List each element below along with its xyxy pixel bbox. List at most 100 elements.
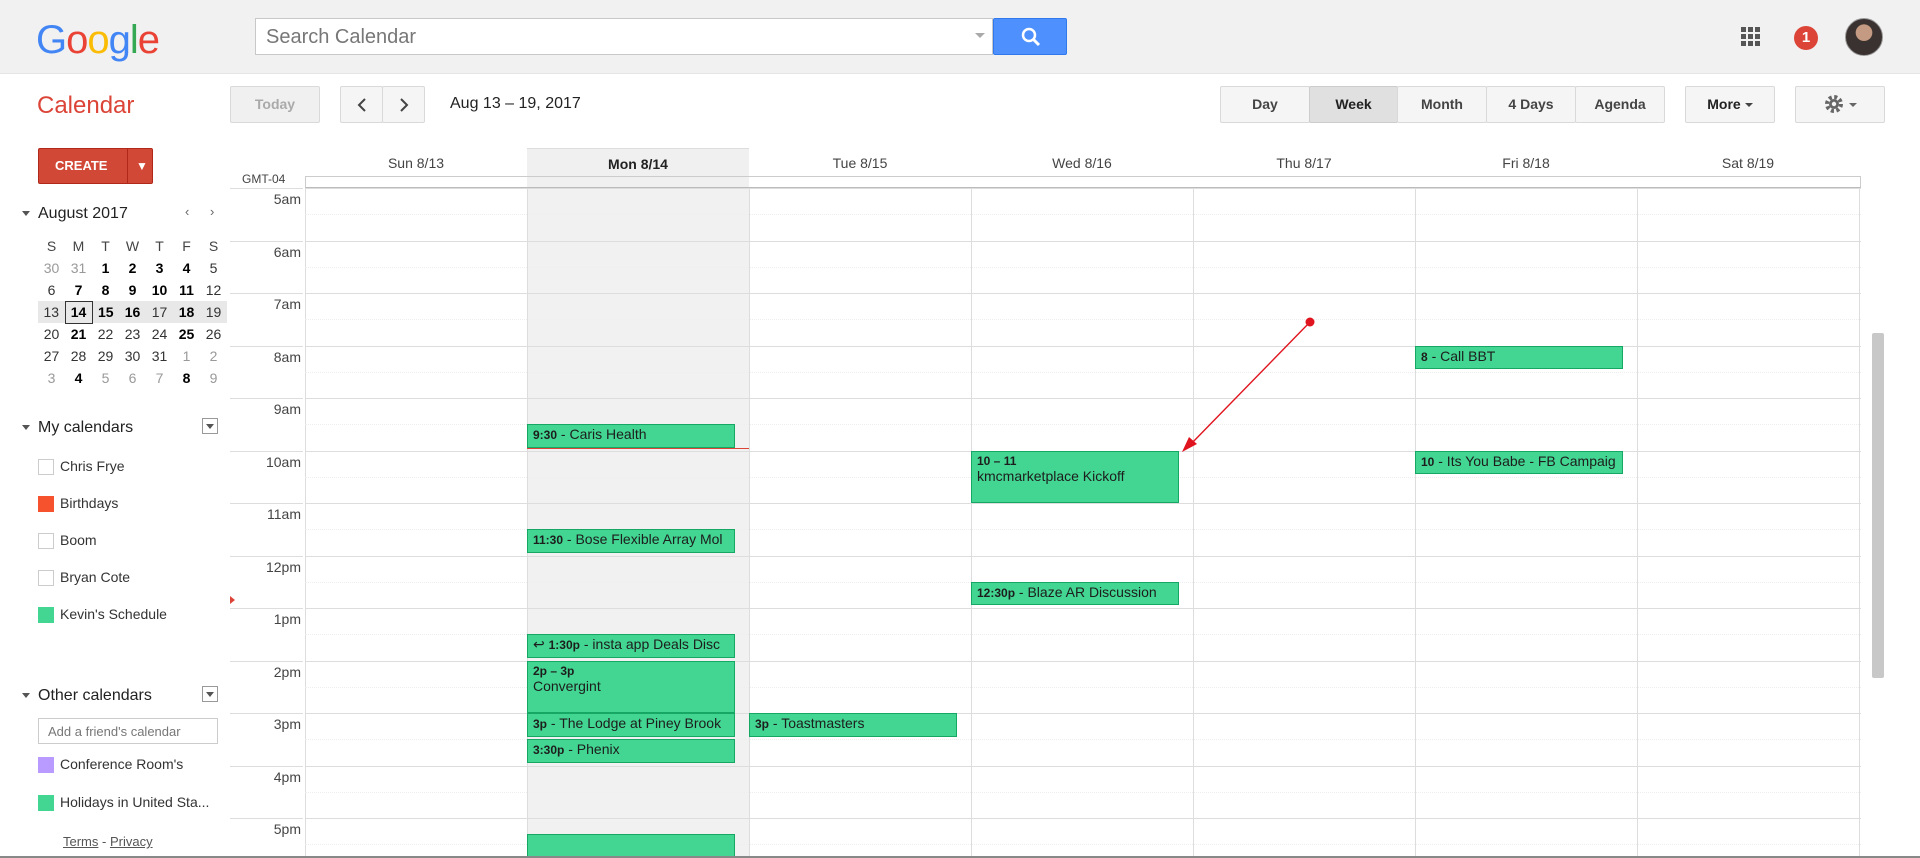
day-column[interactable]	[1415, 188, 1637, 858]
mini-calendar-day[interactable]: 14	[64, 300, 93, 324]
view-agenda-button[interactable]: Agenda	[1575, 86, 1665, 123]
mini-calendar-day[interactable]: 9	[200, 367, 227, 389]
terms-link[interactable]: Terms	[63, 834, 98, 849]
create-button[interactable]: CREATE ▼	[38, 148, 153, 184]
mini-calendar-day[interactable]: 20	[38, 323, 65, 345]
mini-calendar-day[interactable]: 28	[65, 345, 92, 367]
calendar-color-swatch[interactable]	[38, 570, 54, 587]
mini-calendar-day[interactable]: 8	[92, 279, 119, 301]
day-column[interactable]	[1637, 188, 1859, 858]
mini-calendar-day[interactable]: 25	[173, 323, 200, 345]
more-button[interactable]: More	[1685, 86, 1775, 123]
calendar-event[interactable]	[527, 833, 735, 858]
calendar-event[interactable]: 3:30p - Phenix	[527, 739, 735, 763]
calendar-color-swatch[interactable]	[38, 496, 54, 513]
mini-calendar-day[interactable]: 11	[173, 279, 200, 301]
mini-calendar-day[interactable]: 13	[38, 301, 65, 323]
calendar-event[interactable]: 3p - The Lodge at Piney Brook	[527, 713, 735, 737]
grid-scrollbar[interactable]	[1872, 333, 1884, 678]
mini-calendar-day[interactable]: 21	[65, 323, 92, 345]
calendar-item[interactable]: Conference Room's	[38, 755, 183, 775]
calendar-color-swatch[interactable]	[38, 607, 54, 624]
calendar-color-swatch[interactable]	[38, 459, 54, 476]
next-week-button[interactable]	[382, 86, 425, 123]
mini-calendar-day[interactable]: 2	[119, 257, 146, 279]
mini-calendar-day[interactable]: 26	[200, 323, 227, 345]
mini-calendar-day[interactable]: 3	[146, 257, 173, 279]
mini-calendar-day[interactable]: 7	[65, 279, 92, 301]
privacy-link[interactable]: Privacy	[110, 834, 153, 849]
calendar-item[interactable]: Bryan Cote	[38, 568, 130, 588]
collapse-icon[interactable]	[22, 693, 30, 699]
my-calendars-dropdown-icon[interactable]	[202, 418, 218, 434]
mini-calendar-next-icon[interactable]: ›	[210, 204, 214, 219]
apps-grid-icon[interactable]	[1741, 27, 1761, 47]
calendar-color-swatch[interactable]	[38, 795, 54, 812]
mini-calendar-day[interactable]: 4	[173, 257, 200, 279]
mini-calendar-day[interactable]: 1	[92, 257, 119, 279]
view-4days-button[interactable]: 4 Days	[1486, 86, 1576, 123]
settings-button[interactable]	[1795, 86, 1885, 123]
create-dropdown-icon[interactable]: ▼	[136, 149, 148, 183]
calendar-color-swatch[interactable]	[38, 533, 54, 550]
my-calendars-header[interactable]: My calendars	[22, 419, 133, 437]
view-month-button[interactable]: Month	[1397, 86, 1487, 123]
google-logo[interactable]: Google	[36, 18, 160, 62]
calendar-event[interactable]: 2p – 3p Convergint	[527, 660, 735, 713]
today-button[interactable]: Today	[230, 86, 320, 123]
all-day-row[interactable]	[305, 176, 1861, 188]
calendar-item[interactable]: Birthdays	[38, 494, 118, 514]
calendar-color-swatch[interactable]	[38, 757, 54, 774]
mini-calendar-day[interactable]: 23	[119, 323, 146, 345]
calendar-event[interactable]: ↩ 1:30p - insta app Deals Disc	[527, 634, 735, 658]
calendar-event[interactable]: 3p - Toastmasters	[749, 713, 957, 737]
mini-calendar-prev-icon[interactable]: ‹	[185, 204, 189, 219]
mini-calendar-header[interactable]: August 2017	[22, 205, 128, 223]
other-calendars-header[interactable]: Other calendars	[22, 687, 152, 705]
mini-calendar-day[interactable]: 30	[119, 345, 146, 367]
add-friend-calendar-input[interactable]: Add a friend's calendar	[38, 718, 218, 744]
day-column[interactable]	[749, 188, 971, 858]
mini-calendar-day[interactable]: 31	[65, 257, 92, 279]
mini-calendar-day[interactable]: 30	[38, 257, 65, 279]
calendar-item[interactable]: Kevin's Schedule	[38, 605, 167, 625]
view-day-button[interactable]: Day	[1220, 86, 1310, 123]
mini-calendar-day[interactable]: 9	[119, 279, 146, 301]
mini-calendar-day[interactable]: 27	[38, 345, 65, 367]
search-options-caret-icon[interactable]	[975, 33, 985, 38]
time-grid[interactable]: 9:30 - Caris Health 11:30 - Bose Flexible…	[305, 188, 1861, 858]
mini-calendar-day[interactable]: 29	[92, 345, 119, 367]
day-column[interactable]	[305, 188, 527, 858]
mini-calendar-day[interactable]: 17	[146, 301, 173, 323]
previous-week-button[interactable]	[340, 86, 383, 123]
calendar-item[interactable]: Holidays in United Sta...	[38, 793, 209, 813]
calendar-event[interactable]: 8 - Call BBT	[1415, 345, 1623, 370]
day-column[interactable]	[971, 188, 1193, 858]
mini-calendar-day[interactable]: 5	[92, 367, 119, 389]
mini-calendar-day[interactable]: 3	[38, 367, 65, 389]
mini-calendar-day[interactable]: 31	[146, 345, 173, 367]
day-column[interactable]	[1193, 188, 1415, 858]
calendar-item[interactable]: Boom	[38, 531, 97, 551]
other-calendars-dropdown-icon[interactable]	[202, 686, 218, 702]
mini-calendar-day[interactable]: 16	[119, 301, 146, 323]
calendar-event[interactable]: 11:30 - Bose Flexible Array Mol	[527, 529, 735, 553]
calendar-event[interactable]: 10 - Its You Babe - FB Campaig	[1415, 450, 1623, 475]
mini-calendar-day[interactable]: 24	[146, 323, 173, 345]
search-button[interactable]	[993, 18, 1067, 55]
mini-calendar-day[interactable]: 6	[38, 279, 65, 301]
search-input[interactable]: Search Calendar	[255, 18, 993, 55]
mini-calendar-day[interactable]: 19	[200, 301, 227, 323]
mini-calendar-day[interactable]: 2	[200, 345, 227, 367]
calendar-event[interactable]: 9:30 - Caris Health	[527, 424, 735, 448]
collapse-icon[interactable]	[22, 211, 30, 217]
mini-calendar-day[interactable]: 1	[173, 345, 200, 367]
page-title[interactable]: Calendar	[37, 92, 134, 120]
calendar-event[interactable]: 12:30p - Blaze AR Discussion	[971, 581, 1179, 606]
mini-calendar-day[interactable]: 8	[173, 367, 200, 389]
collapse-icon[interactable]	[22, 425, 30, 431]
mini-calendar-day[interactable]: 7	[146, 367, 173, 389]
mini-calendar-day[interactable]: 5	[200, 257, 227, 279]
mini-calendar-day[interactable]: 10	[146, 279, 173, 301]
mini-calendar-day[interactable]: 18	[173, 301, 200, 323]
